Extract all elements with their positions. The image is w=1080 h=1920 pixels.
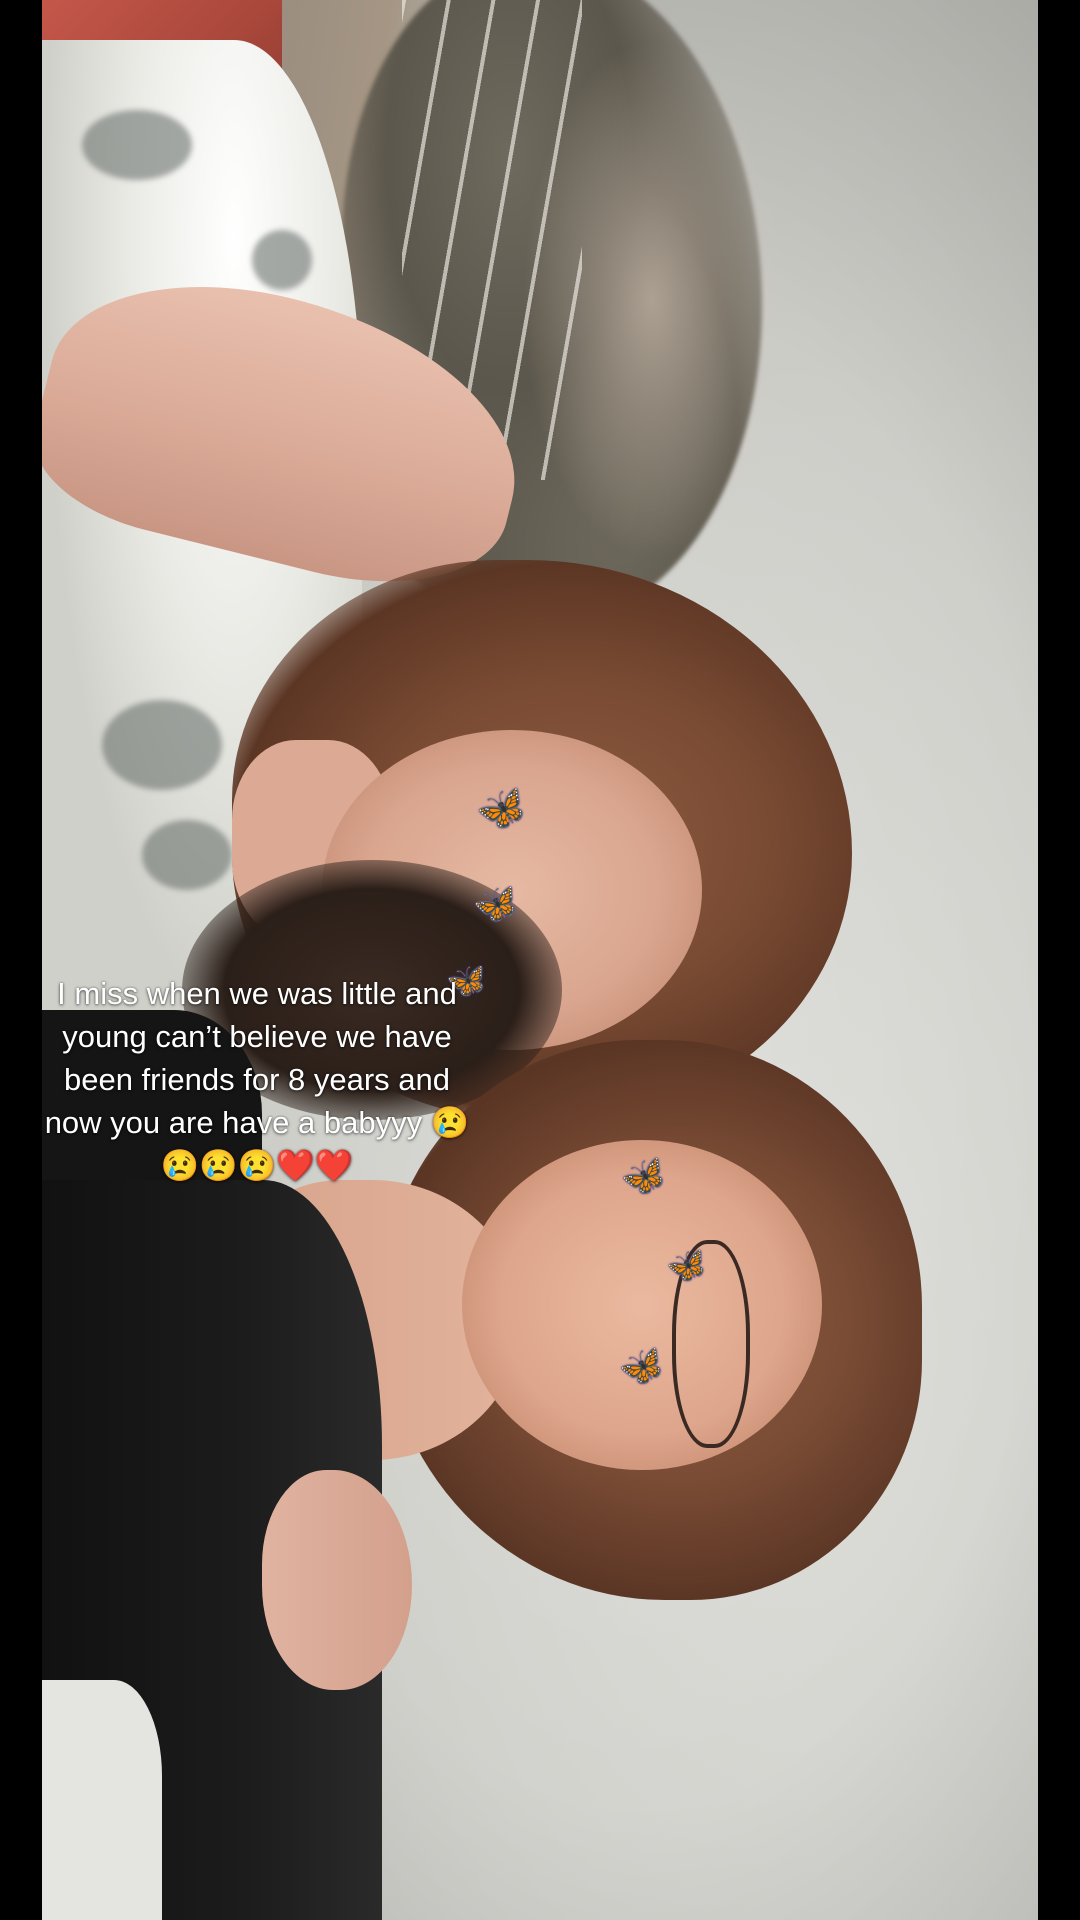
- shirt-splotch: [82, 110, 192, 180]
- shirt-splotch: [142, 820, 232, 890]
- letterbox-right: [1038, 0, 1080, 1920]
- selfie-photo: 🦋 🦋 🦋 🦋 🦋 🦋: [42, 0, 1038, 1920]
- video-caption: I miss when we was little and young can’…: [44, 976, 470, 1183]
- shirt-splotch: [102, 700, 222, 790]
- white-sleeve: [42, 1680, 162, 1920]
- letterbox-left: [0, 0, 42, 1920]
- shirt-splotch: [252, 230, 312, 290]
- butterfly-icon: 🦋: [662, 1242, 712, 1290]
- video-frame: 🦋 🦋 🦋 🦋 🦋 🦋 I miss when we was little an…: [0, 0, 1080, 1920]
